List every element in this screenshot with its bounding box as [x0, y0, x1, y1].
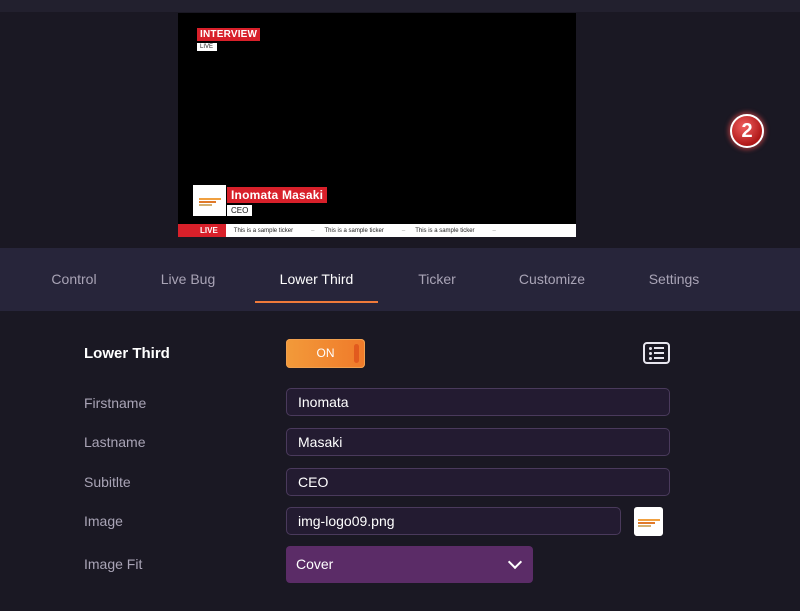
ticker-overlay: LIVE This is a sample ticker – This is a…	[178, 224, 576, 237]
company-logo-icon	[198, 197, 221, 206]
lower-third-panel: Lower Third ON Firstname Inomata Lastnam…	[0, 311, 800, 611]
live-bug-overlay: INTERVIEW LIVE	[197, 24, 261, 51]
image-field[interactable]: img-logo09.png	[286, 507, 621, 535]
image-fit-select[interactable]: Cover	[286, 546, 533, 583]
image-fit-value: Cover	[296, 556, 334, 572]
image-label: Image	[84, 513, 123, 529]
ticker-item: This is a sample ticker	[415, 227, 475, 234]
subtitle-field[interactable]: CEO	[286, 468, 670, 496]
lower-third-logo	[193, 185, 226, 216]
ticker-item: This is a sample ticker	[233, 227, 294, 234]
ticker-separator: –	[492, 227, 496, 234]
firstname-field[interactable]: Inomata	[286, 388, 670, 416]
lastname-field[interactable]: Masaki	[286, 428, 670, 456]
top-strip	[0, 0, 800, 12]
tab-settings[interactable]: Settings	[643, 248, 705, 311]
list-icon[interactable]	[643, 342, 670, 364]
tab-customize[interactable]: Customize	[514, 248, 590, 311]
tab-bar: Control Live Bug Lower Third Ticker Cust…	[0, 248, 800, 311]
company-logo-icon	[637, 518, 660, 527]
step-number-badge: 2	[730, 114, 764, 148]
live-bug-live-tag: LIVE	[197, 43, 217, 51]
ticker-items: This is a sample ticker – This is a samp…	[228, 228, 500, 234]
lastname-label: Lastname	[84, 434, 146, 450]
live-bug-title: INTERVIEW	[197, 28, 261, 41]
image-thumbnail[interactable]	[634, 507, 663, 536]
firstname-label: Firstname	[84, 395, 147, 411]
toggle-knob	[354, 344, 359, 363]
lower-third-subtitle: CEO	[227, 205, 253, 216]
lower-third-name: Inomata Masaki	[227, 187, 328, 203]
image-fit-label: Image Fit	[84, 556, 143, 572]
section-title: Lower Third	[84, 345, 170, 362]
chevron-down-icon	[507, 554, 523, 570]
tab-control[interactable]: Control	[45, 248, 103, 311]
ticker-item: This is a sample ticker	[324, 227, 384, 234]
ticker-separator: –	[311, 227, 315, 234]
tab-live-bug[interactable]: Live Bug	[156, 248, 220, 311]
subtitle-label: Subitlte	[84, 474, 131, 490]
lower-third-toggle[interactable]: ON	[286, 339, 365, 368]
ticker-live-label: LIVE	[178, 224, 228, 237]
preview-screen: INTERVIEW LIVE Inomata Masaki CEO LIVE T…	[178, 13, 576, 237]
tab-lower-third[interactable]: Lower Third	[255, 248, 378, 311]
tab-ticker[interactable]: Ticker	[412, 248, 462, 311]
ticker-separator: –	[401, 227, 406, 234]
